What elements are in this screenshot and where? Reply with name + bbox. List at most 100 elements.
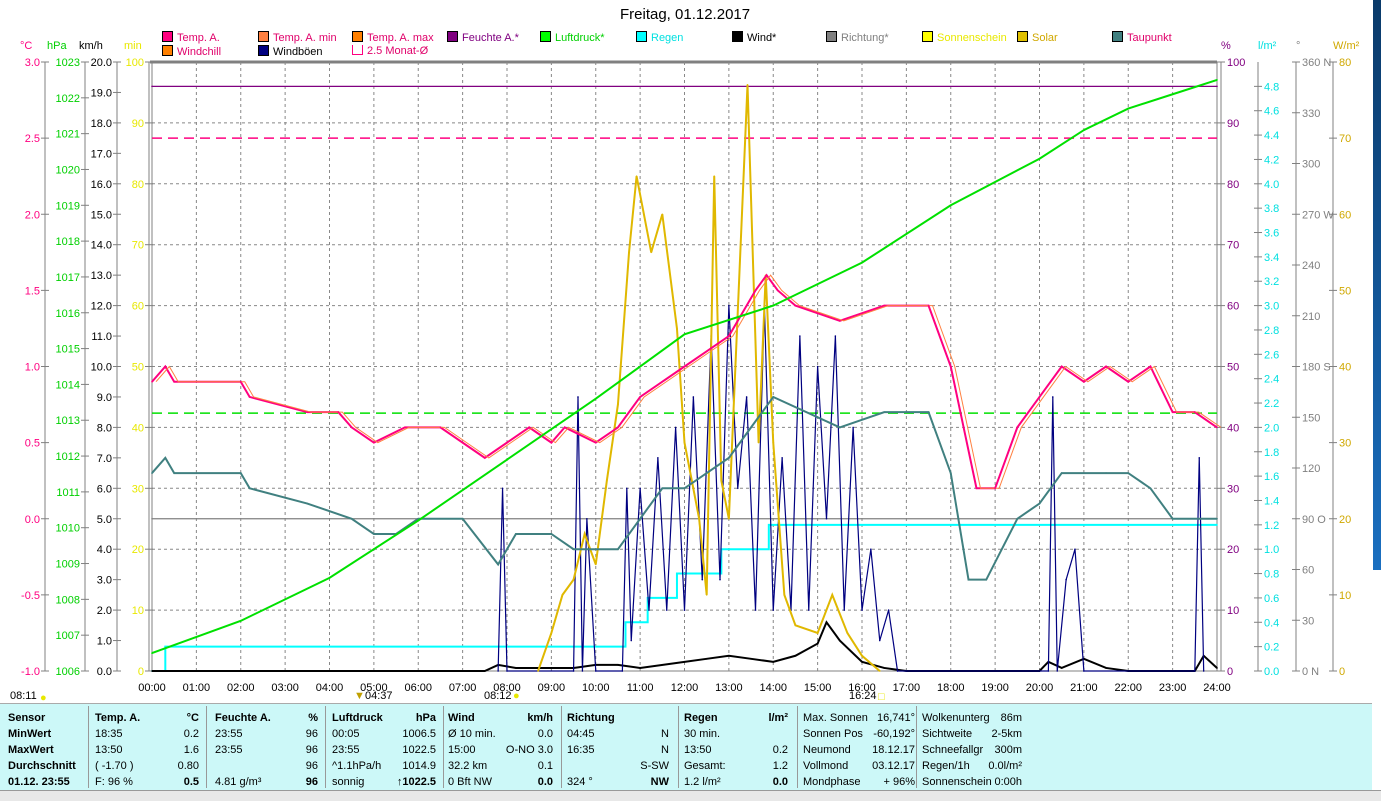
- panel-value: 0.0: [537, 728, 553, 740]
- axis-wind-tick-label: 2.0: [97, 605, 112, 617]
- data-point: [151, 85, 153, 88]
- data-point: [1149, 365, 1152, 368]
- x-tick-label: 13:00: [715, 682, 743, 694]
- data-point: [701, 578, 704, 581]
- data-point: [927, 411, 930, 413]
- axis-dir-tick-label: 120: [1302, 463, 1320, 475]
- data-point: [698, 517, 700, 520]
- data-point: [306, 502, 309, 505]
- panel-col-sensor: Sensor MinWert MaxWert Durchschnitt 01.12. 2…: [8, 710, 88, 790]
- axis-rain-tick-label: 1.2: [1264, 520, 1279, 532]
- panel-value: 13:50: [95, 744, 123, 756]
- data-point: [594, 563, 597, 566]
- x-tick-label: 15:00: [804, 682, 832, 694]
- axis-temp-tick-label: -0.5: [21, 590, 40, 602]
- panel-value: Vollmond: [803, 760, 849, 772]
- axis-wind-tick-label: 15.0: [91, 209, 112, 221]
- data-point: [799, 335, 801, 337]
- axis-wind-tick-label: 3.0: [97, 575, 112, 587]
- data-point: [1038, 502, 1041, 505]
- axis-press-tick-label: 1015: [56, 344, 80, 356]
- axis-rain-tick-label: 3.0: [1264, 301, 1279, 313]
- data-point: [1060, 667, 1063, 669]
- data-point: [1047, 670, 1050, 672]
- axis-wind-tick-label: 20.0: [91, 57, 112, 69]
- data-point: [1198, 457, 1201, 459]
- panel-col-wind: Wind km/h Ø 10 min. 0.0 15:00 O-NO 3.0 32.2 km…: [448, 710, 553, 790]
- data-point: [1216, 79, 1218, 81]
- panel-value: 32.2 km: [448, 760, 488, 772]
- axis-press-tick-label: 1014: [56, 379, 80, 391]
- data-point: [765, 274, 768, 276]
- data-point: [639, 396, 641, 398]
- data-point: [657, 457, 659, 459]
- axis-sun-tick-label: 0: [138, 666, 144, 678]
- desktop-edge: [1373, 0, 1381, 570]
- x-tick-label: 18:00: [937, 682, 965, 694]
- data-point: [1149, 487, 1152, 490]
- data-point: [1056, 670, 1059, 672]
- axis-hum-tick-label: 30: [1227, 483, 1239, 495]
- axis-rain-tick-label: 4.0: [1264, 179, 1279, 191]
- panel-value: 0.0: [772, 776, 788, 788]
- data-point: [497, 563, 499, 566]
- axis-solar-tick-label: 60: [1339, 209, 1351, 221]
- data-point: [550, 533, 553, 535]
- data-point: [1171, 93, 1174, 96]
- axis-press-tick-label: 1010: [56, 523, 80, 535]
- data-point: [985, 578, 988, 581]
- data-point: [794, 624, 797, 627]
- axis-sun-tick-label: 40: [132, 422, 144, 434]
- panel-separator: [916, 706, 917, 788]
- panel-value: 30 min.: [684, 728, 721, 740]
- axis-press-tick-label: 1020: [56, 164, 80, 176]
- data-point: [949, 365, 952, 368]
- panel-value: Sonnen Pos: [803, 728, 863, 740]
- panel-header: Wind: [448, 712, 475, 724]
- axis-temp-tick-label: 1.0: [25, 362, 40, 374]
- data-point: [861, 261, 863, 264]
- x-tick-label: 04:00: [316, 682, 344, 694]
- panel-value: 13:50: [684, 744, 712, 756]
- data-point: [781, 457, 783, 459]
- panel-value: 23:55: [215, 728, 243, 740]
- data-point: [164, 457, 167, 459]
- data-point: [1127, 472, 1130, 474]
- data-point: [151, 517, 153, 520]
- data-point: [577, 396, 579, 398]
- data-point: [1083, 670, 1085, 672]
- panel-value: 1022.5: [402, 744, 436, 756]
- x-tick-label: 10:00: [582, 682, 610, 694]
- data-point: [887, 609, 890, 611]
- axis-wind-tick-label: 13.0: [91, 270, 112, 282]
- data-point: [306, 411, 309, 413]
- axis-sun-tick-label: 50: [132, 362, 144, 374]
- axis-dir-tick-label: 30: [1302, 615, 1314, 627]
- data-point: [594, 670, 597, 672]
- panel-separator: [206, 706, 207, 788]
- axis-dir-tick-label: 150: [1302, 412, 1320, 424]
- data-point: [497, 670, 499, 672]
- data-point: [683, 609, 686, 611]
- data-point: [581, 670, 584, 672]
- data-point: [1216, 524, 1218, 526]
- data-point: [661, 213, 664, 216]
- axis-press-tick-label: 1021: [56, 129, 80, 141]
- axis-temp-tick-label: 0.0: [25, 514, 40, 526]
- data-point: [883, 667, 885, 669]
- x-tick-label: 07:00: [449, 682, 477, 694]
- axis-press-tick-label: 1019: [56, 200, 80, 212]
- data-point: [572, 670, 575, 672]
- panel-separator: [443, 706, 444, 788]
- panel-value: 1.6: [183, 744, 199, 756]
- axis-rain-tick-label: 1.0: [1264, 544, 1279, 556]
- axis-solar-tick-label: 70: [1339, 133, 1351, 145]
- panel-value: 0.80: [177, 760, 199, 772]
- data-point: [484, 457, 486, 459]
- panel-value: 1.2: [772, 760, 788, 772]
- data-point: [1127, 107, 1130, 110]
- data-point: [1038, 157, 1041, 160]
- data-point: [639, 517, 641, 520]
- data-point: [870, 548, 872, 550]
- data-point: [816, 632, 819, 634]
